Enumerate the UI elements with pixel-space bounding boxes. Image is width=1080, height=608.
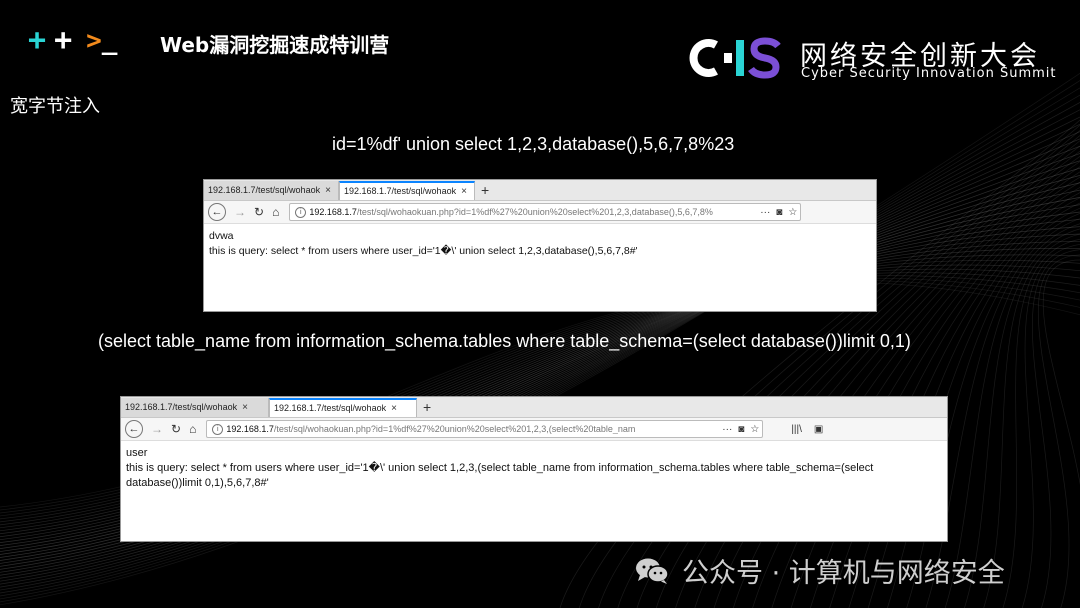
browser-window-2: 192.168.1.7/test/sql/wohaok × 192.168.1.… [120, 396, 948, 542]
payload-caption-1: id=1%df' union select 1,2,3,database(),5… [332, 134, 735, 154]
browser-tab-active[interactable]: 192.168.1.7/test/sql/wohaok × [269, 398, 417, 417]
content-line: this is query: select * from users where… [126, 462, 874, 489]
new-tab-button[interactable]: + [417, 398, 437, 417]
tab-bar: 192.168.1.7/test/sql/wohaok × 192.168.1.… [121, 397, 947, 418]
tab-label: 192.168.1.7/test/sql/wohaok [344, 186, 457, 196]
new-tab-button[interactable]: + [475, 181, 495, 200]
wechat-watermark: 公众号 · 计算机与网络安全 [634, 551, 1005, 590]
close-icon[interactable]: × [325, 181, 331, 200]
back-arrow-icon[interactable]: ← [125, 420, 143, 438]
browser-tab[interactable]: 192.168.1.7/test/sql/wohaok × [204, 181, 339, 200]
back-arrow-icon[interactable]: ← [208, 203, 226, 221]
home-icon[interactable]: ⌂ [189, 422, 196, 436]
plus-icon: + [54, 23, 73, 58]
watermark-text: 公众号 · 计算机与网络安全 [682, 558, 1005, 589]
content-line: dvwa [209, 230, 234, 242]
url-path: /test/sql/wohaokuan.php?id=1%df%27%20uni… [356, 207, 713, 217]
close-icon[interactable]: × [461, 183, 467, 200]
tab-label: 192.168.1.7/test/sql/wohaok [274, 403, 387, 413]
star-icon[interactable]: ☆ [788, 207, 797, 218]
tab-label: 192.168.1.7/test/sql/wohaok [208, 185, 321, 195]
url-host: 192.168.1.7 [226, 424, 274, 434]
background-wave-line [1042, 259, 1080, 608]
nav-bar: ← → ↻ ⌂ i 192.168.1.7 /test/sql/wohaokua… [204, 201, 876, 224]
content-line: this is query: select * from users where… [209, 245, 638, 257]
url-bar[interactable]: i 192.168.1.7 /test/sql/wohaokuan.php?id… [289, 203, 802, 221]
section-title: 宽字节注入 [10, 96, 100, 117]
browser-tab[interactable]: 192.168.1.7/test/sql/wohaok × [121, 398, 269, 417]
tab-label: 192.168.1.7/test/sql/wohaok [125, 402, 238, 412]
more-icon[interactable]: ··· [722, 424, 732, 435]
logo-name-en: Cyber Security Innovation Summit [801, 66, 1057, 81]
url-path: /test/sql/wohaokuan.php?id=1%df%27%20uni… [273, 424, 636, 434]
info-icon[interactable]: i [212, 423, 224, 435]
payload-caption-2: (select table_name from information_sche… [98, 331, 911, 351]
page-content: user this is query: select * from users … [121, 441, 947, 491]
sidebar-icon[interactable]: ▣ [814, 424, 823, 435]
wechat-icon [636, 558, 669, 584]
url-tools: ··· ◙ ☆ [757, 207, 800, 218]
toolbar-extras: |||\ ▣ [785, 424, 829, 435]
cis-logo [686, 34, 784, 82]
url-bar[interactable]: i 192.168.1.7 /test/sql/wohaokuan.php?id… [206, 420, 764, 438]
url-tools: ··· ◙ ☆ [719, 424, 762, 435]
reload-icon[interactable]: ↻ [171, 422, 181, 436]
header-icons: + + >_ [28, 23, 117, 58]
content-line: user [126, 447, 148, 459]
url-host: 192.168.1.7 [309, 207, 357, 217]
pocket-icon[interactable]: ◙ [776, 207, 782, 218]
terminal-prompt-icon: >_ [86, 26, 117, 56]
background-wave-line [1032, 249, 1080, 608]
info-icon[interactable]: i [295, 206, 307, 218]
close-icon[interactable]: × [391, 400, 397, 417]
background-wave-line [925, 218, 1080, 608]
close-icon[interactable]: × [242, 398, 248, 417]
browser-window-1: 192.168.1.7/test/sql/wohaok × 192.168.1.… [203, 179, 877, 312]
background-wave-line [1021, 244, 1080, 608]
course-title: Web漏洞挖掘速成特训营 [160, 33, 390, 57]
prompt-underscore: _ [101, 26, 118, 56]
nav-bar: ← → ↻ ⌂ i 192.168.1.7 /test/sql/wohaokua… [121, 418, 947, 441]
forward-arrow-icon[interactable]: → [151, 422, 163, 436]
library-icon[interactable]: |||\ [791, 424, 802, 435]
background-wave-line [1037, 254, 1080, 608]
browser-tab-active[interactable]: 192.168.1.7/test/sql/wohaok × [339, 181, 475, 200]
home-icon[interactable]: ⌂ [272, 205, 279, 219]
forward-arrow-icon[interactable]: → [234, 205, 246, 219]
cis-logo-mark [689, 37, 781, 79]
reload-icon[interactable]: ↻ [254, 205, 264, 219]
more-icon[interactable]: ··· [760, 207, 770, 218]
prompt-gt: > [86, 26, 102, 56]
pocket-icon[interactable]: ◙ [738, 424, 744, 435]
tab-bar: 192.168.1.7/test/sql/wohaok × 192.168.1.… [204, 180, 876, 201]
star-icon[interactable]: ☆ [750, 424, 759, 435]
page-content: dvwa this is query: select * from users … [204, 224, 876, 259]
plus-icon: + [28, 23, 47, 58]
